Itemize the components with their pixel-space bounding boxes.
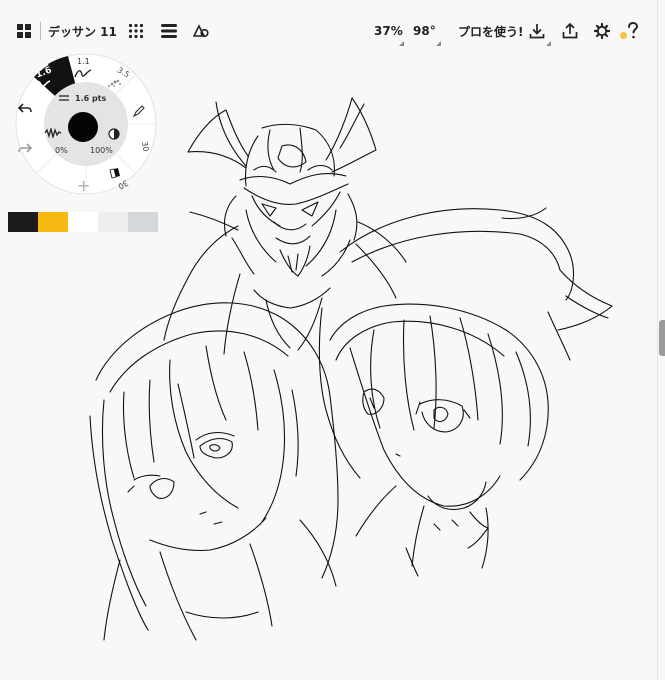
notification-dot xyxy=(620,31,627,39)
sketch-character-right xyxy=(318,207,613,577)
download-icon xyxy=(529,24,545,39)
swatch-light-gray[interactable] xyxy=(98,212,128,232)
opacity-icon[interactable] xyxy=(108,128,120,140)
brush-stroke-icon-2 xyxy=(74,69,92,78)
smoothing-icon[interactable] xyxy=(44,128,62,138)
layers-icon xyxy=(161,24,177,38)
go-pro-button[interactable]: プロを使う! xyxy=(458,20,523,42)
settings-button[interactable] xyxy=(594,20,610,42)
gallery-button[interactable] xyxy=(16,20,32,42)
toolbar-divider xyxy=(40,22,41,40)
brush-size-option-2-label[interactable]: 1.1 xyxy=(77,57,90,66)
share-icon xyxy=(562,23,578,39)
rotation-angle[interactable]: 98° xyxy=(413,20,436,42)
export-button[interactable] xyxy=(529,20,545,42)
opacity-min-label: 0% xyxy=(55,146,68,155)
dots-grid-icon xyxy=(128,23,144,39)
document-title[interactable]: デッサン 11 xyxy=(48,20,117,42)
airbrush-stroke-icon xyxy=(108,79,121,87)
shapes-button[interactable] xyxy=(193,20,209,42)
brush-wheel[interactable]: 1.6 1.1 3.5 30 30 + 1.6 pts 0% 100% xyxy=(14,52,158,196)
rotation-dropdown-marker xyxy=(436,41,441,46)
layers-button[interactable] xyxy=(160,20,178,42)
eraser-icon[interactable] xyxy=(108,166,122,180)
help-button[interactable] xyxy=(620,20,639,42)
zoom-level[interactable]: 37% xyxy=(374,20,403,42)
swatch-black[interactable] xyxy=(8,212,38,232)
swatch-gray[interactable] xyxy=(128,212,158,232)
gear-icon xyxy=(594,23,610,39)
grid-icon xyxy=(17,24,31,38)
opacity-max-label: 100% xyxy=(90,146,113,155)
undo-icon[interactable] xyxy=(18,102,32,114)
sketch-robot-head xyxy=(163,97,407,355)
add-brush-button[interactable]: + xyxy=(77,176,90,195)
redo-icon[interactable] xyxy=(18,142,32,154)
brush-library-button[interactable] xyxy=(128,20,144,42)
share-button[interactable] xyxy=(562,20,578,42)
color-swatch-bar xyxy=(8,212,158,232)
tool-size-right-label[interactable]: 30 xyxy=(140,141,151,153)
vertical-scrollbar[interactable] xyxy=(659,320,665,356)
shapes-icon xyxy=(193,24,209,38)
swatch-yellow[interactable] xyxy=(38,212,68,232)
zoom-dropdown-marker xyxy=(399,41,404,46)
brush-size-readout: 1.6 pts xyxy=(75,94,107,103)
pen-tool-icon[interactable] xyxy=(132,104,146,118)
size-handle-icon[interactable] xyxy=(58,94,70,102)
canvas-edge xyxy=(657,0,658,680)
question-icon xyxy=(628,22,638,39)
active-brush-stroke-icon xyxy=(33,80,51,89)
swatch-white[interactable] xyxy=(68,212,98,232)
export-dropdown-marker xyxy=(546,41,551,46)
sketch-character-left xyxy=(89,302,339,641)
